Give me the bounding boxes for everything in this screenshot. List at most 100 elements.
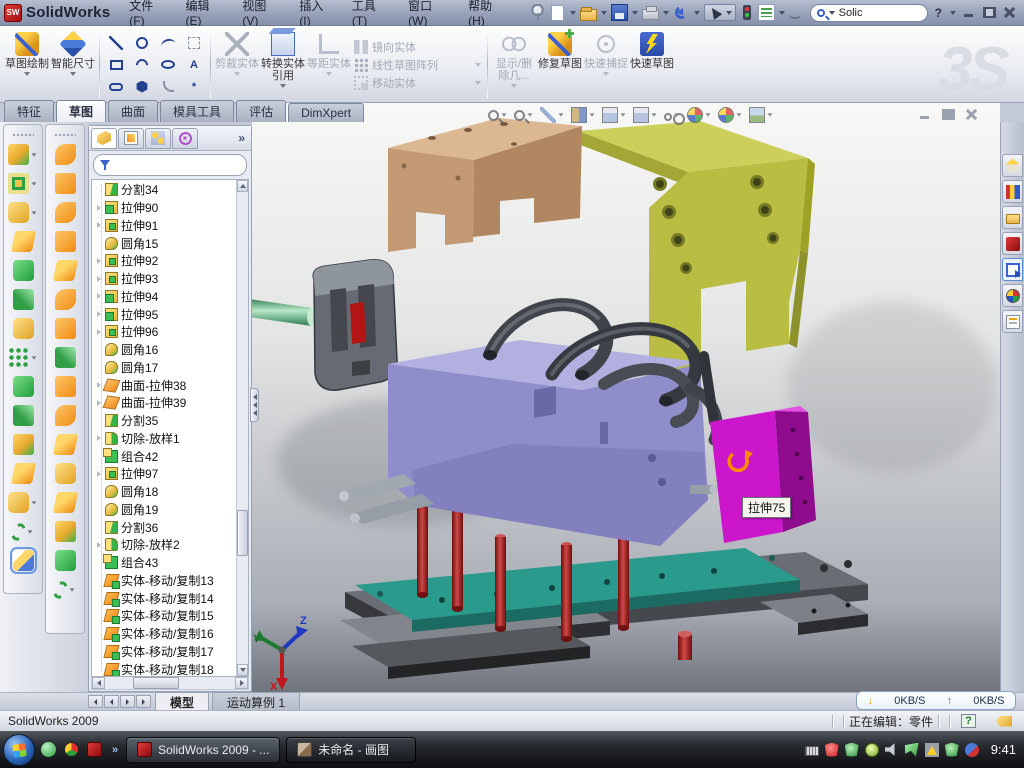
linear-pattern-icon[interactable] [4,343,42,372]
feature-tree-item[interactable]: 实体-移动/复制13 [94,572,236,590]
handle-cylinder[interactable] [252,298,312,326]
swept-surface-icon[interactable] [46,140,84,169]
save-icon[interactable] [611,4,628,21]
command-button[interactable]: 转换实体引用 [260,29,306,100]
feature-tree-item[interactable]: 圆角16 [94,341,236,359]
scrollbar-thumb[interactable] [133,677,179,689]
ribbon-tab[interactable]: 评估 [236,100,286,122]
feature-tree-item[interactable]: 实体-移动/复制18 [94,660,236,677]
rectangle-icon[interactable] [110,60,123,70]
select-arrow-icon[interactable] [707,5,722,20]
open-folder-icon[interactable] [580,9,597,21]
feature-tree-item[interactable]: 拉伸97 [94,465,236,483]
tag-icon[interactable] [996,716,1012,727]
split-icon[interactable] [4,430,42,459]
command-button[interactable]: 等距实体 [306,29,352,100]
network-warning-icon[interactable] [925,743,939,757]
expand-arrow-icon[interactable] [94,276,104,282]
propertymanager-tab[interactable] [118,128,144,149]
expand-arrow-icon[interactable] [94,293,104,299]
tab-scroll-first-button[interactable] [88,695,103,708]
expand-arrow-icon[interactable] [94,435,104,441]
top-plate[interactable] [388,118,582,252]
expand-arrow-icon[interactable] [94,471,104,477]
command-row-button[interactable]: 移动实体 [354,75,482,91]
feature-tree-item[interactable]: 拉伸93 [94,270,236,288]
help-dropdown-icon[interactable] [950,11,956,15]
fillet-icon[interactable] [4,198,42,227]
input-method-icon[interactable] [805,746,819,756]
delete-face-icon[interactable] [46,430,84,459]
undo-icon[interactable] [673,5,689,21]
dome-icon[interactable] [46,546,84,575]
circle-icon[interactable] [136,37,148,49]
feature-tree-item[interactable]: 圆角19 [94,501,236,519]
command-row-button[interactable]: 镜向实体 [354,39,482,55]
sync-status-icon[interactable] [965,743,979,757]
minimize-button[interactable] [963,7,976,18]
configurationmanager-tab[interactable] [145,128,171,149]
feature-tree-item[interactable]: 实体-移动/复制15 [94,607,236,625]
feature-tree-item[interactable]: 切除-放样2 [94,536,236,554]
quick-launch-solidworks-icon[interactable] [87,742,102,757]
red-insert[interactable] [350,302,366,344]
locating-cylinder[interactable] [678,631,692,660]
spline-icon[interactable] [161,39,175,46]
command-button[interactable]: 修复草图 [537,29,583,100]
command-button[interactable]: 智能尺寸 [50,29,96,100]
feature-tree-item[interactable]: 实体-移动/复制16 [94,625,236,643]
tab-scroll-prev-button[interactable] [104,695,119,708]
messenger-icon[interactable] [905,743,919,757]
scroll-up-arrow[interactable] [237,180,248,192]
status-help-icon[interactable]: ? [961,714,976,728]
expand-arrow-icon[interactable] [94,222,104,228]
pin-icon[interactable] [529,4,546,21]
quick-launch-ball-app-icon[interactable] [64,742,79,757]
expand-arrow-icon[interactable] [94,329,104,335]
sketch-fillet-icon[interactable] [163,81,174,92]
draft-icon[interactable] [4,285,42,314]
mirror-icon[interactable] [4,401,42,430]
feature-tree-item[interactable]: 分割34 [94,181,236,199]
badge-icon[interactable] [865,743,879,757]
ribbon-tab[interactable]: 曲面 [108,100,158,122]
shell-icon[interactable] [4,256,42,285]
solidworks-resources-tab[interactable] [1002,154,1023,177]
command-button[interactable]: 显示/删除几... [491,29,537,100]
ribbon-tab[interactable]: 草图 [56,100,106,122]
hole-wizard-icon[interactable] [4,314,42,343]
sketched-curve-icon[interactable] [46,575,84,604]
feature-tree-item[interactable]: 拉伸91 [94,217,236,235]
scroll-right-arrow[interactable] [235,677,248,689]
feature-tree-item[interactable]: 分割35 [94,412,236,430]
curve-icon[interactable] [4,517,42,546]
instant3d-icon[interactable] [4,546,42,575]
feature-tree-item[interactable]: 组合43 [94,554,236,572]
offset-surface-icon[interactable] [46,285,84,314]
shield-plus-icon[interactable] [945,743,959,757]
taskbar-window-button[interactable]: 未命名 - 画图 [286,737,416,763]
feature-tree-item[interactable]: 拉伸94 [94,288,236,306]
dimxpertmanager-tab[interactable] [172,128,198,149]
new-document-icon[interactable] [551,5,564,21]
toolbox-tab[interactable] [1002,232,1023,255]
security-shield-icon[interactable] [845,743,859,757]
document-tab[interactable]: 模型 [155,692,209,712]
expand-arrow-icon[interactable] [94,382,104,388]
rebuild-icon[interactable] [743,5,751,20]
search-dropdown-icon[interactable] [829,11,835,15]
ribbon-tab[interactable]: 模具工具 [160,100,234,122]
scroll-left-arrow[interactable] [92,677,105,689]
search-input[interactable] [839,7,909,19]
feature-tree-item[interactable]: 曲面-拉伸38 [94,376,236,394]
expand-arrow-icon[interactable] [94,311,104,317]
extruded-boss-icon[interactable] [4,140,42,169]
move-copy-body-icon[interactable] [4,459,42,488]
tree-vertical-scrollbar[interactable] [236,180,248,676]
ribbon-tab[interactable]: 特征 [4,100,54,122]
lofted-surface-icon[interactable] [46,227,84,256]
save-dropdown-icon[interactable] [632,11,638,15]
expand-arrow-icon[interactable] [94,542,104,548]
options-dropdown-icon[interactable] [779,11,785,15]
text-icon[interactable]: A [187,58,201,72]
